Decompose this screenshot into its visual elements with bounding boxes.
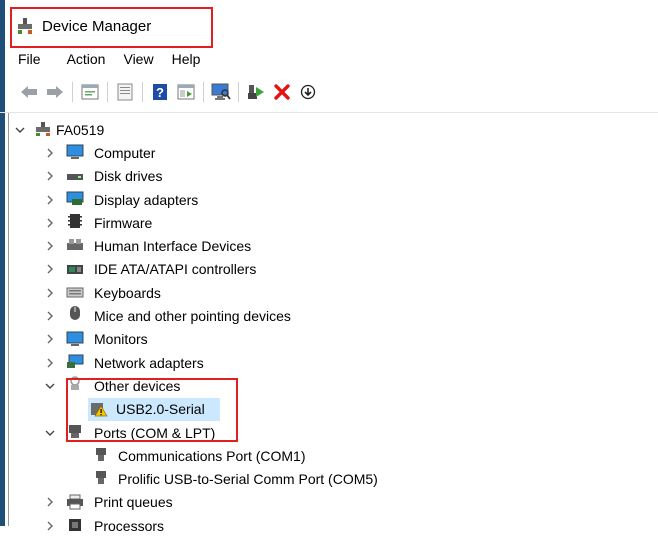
chevron-right-icon[interactable]: [44, 333, 56, 345]
title-bar: Device Manager: [16, 13, 151, 39]
update-driver-icon: [117, 83, 133, 101]
chevron-right-icon[interactable]: [44, 147, 56, 159]
category-label: Print queues: [94, 494, 173, 511]
help-button[interactable]: ?: [149, 81, 171, 103]
menu-bar: File Action View Help: [18, 51, 218, 67]
enable-device-button[interactable]: [245, 81, 267, 103]
chevron-right-icon[interactable]: [44, 194, 56, 206]
toolbar-separator: [142, 82, 143, 102]
network-adapter-icon: [67, 354, 84, 368]
toolbar-separator: [107, 82, 108, 102]
category-label: IDE ATA/ATAPI controllers: [94, 261, 257, 278]
update-driver-button[interactable]: [114, 81, 136, 103]
back-button[interactable]: [18, 81, 40, 103]
back-icon: [21, 86, 37, 98]
keyboard-icon: [66, 287, 84, 298]
chevron-right-icon[interactable]: [44, 263, 56, 275]
chevron-right-icon[interactable]: [44, 310, 56, 322]
highlight-other-devices: [66, 378, 238, 442]
display-adapter-icon: [66, 191, 84, 205]
category-label: Network adapters: [94, 354, 204, 371]
window-left-border: [0, 0, 5, 526]
window-title: Device Manager: [42, 17, 152, 35]
chevron-down-icon[interactable]: [14, 124, 26, 136]
svg-text:?: ?: [156, 85, 164, 100]
chevron-down-icon[interactable]: [44, 427, 56, 439]
device-label: Communications Port (COM1): [118, 447, 306, 464]
toolbar-separator: [238, 82, 239, 102]
disk-drive-icon: [67, 173, 83, 180]
mouse-icon: [70, 306, 80, 321]
uninstall-icon: [274, 84, 290, 100]
computer-icon: [66, 144, 84, 160]
chevron-right-icon[interactable]: [44, 170, 56, 182]
device-label: Prolific USB-to-Serial Comm Port (COM5): [118, 471, 378, 488]
monitor-icon: [66, 331, 84, 346]
toolbar-separator: [203, 82, 204, 102]
menu-help[interactable]: Help: [172, 51, 201, 67]
category-label: Mice and other pointing devices: [94, 308, 291, 325]
ide-controller-icon: [67, 264, 83, 274]
menu-file[interactable]: File: [18, 51, 41, 67]
toolbar-separator: [72, 82, 73, 102]
menu-action[interactable]: Action: [67, 51, 106, 67]
category-label: Display adapters: [94, 191, 199, 208]
forward-button[interactable]: [44, 81, 66, 103]
printer-icon: [67, 494, 83, 510]
toolbar: ?: [18, 80, 323, 104]
category-label: Firmware: [94, 214, 153, 231]
processor-icon: [69, 519, 81, 532]
root-label: FA0519: [56, 121, 105, 138]
tree-left-border: [8, 113, 9, 526]
enable-device-icon: [248, 85, 264, 99]
scan-hardware-button[interactable]: [210, 81, 232, 103]
chevron-right-icon[interactable]: [44, 240, 56, 252]
show-hidden-icon: [177, 84, 195, 100]
category-label: Human Interface Devices: [94, 238, 252, 255]
port-icon: [96, 471, 106, 485]
category-label: Disk drives: [94, 168, 163, 185]
help-icon: ?: [153, 84, 167, 100]
forward-icon: [47, 86, 63, 98]
download-icon: [300, 84, 316, 100]
chevron-right-icon[interactable]: [44, 496, 56, 508]
properties-button[interactable]: [79, 81, 101, 103]
download-driver-button[interactable]: [297, 81, 319, 103]
category-label: Monitors: [94, 331, 148, 348]
show-hidden-button[interactable]: [175, 81, 197, 103]
chevron-right-icon[interactable]: [44, 217, 56, 229]
computer-root-icon: [36, 122, 50, 136]
properties-icon: [81, 84, 99, 100]
scan-icon: [211, 83, 231, 100]
category-label: Computer: [94, 144, 156, 161]
uninstall-button[interactable]: [271, 81, 293, 103]
toolbar-divider: [0, 112, 658, 113]
menu-view[interactable]: View: [123, 51, 153, 67]
category-label: Keyboards: [94, 284, 161, 301]
hid-icon: [67, 239, 83, 251]
port-icon: [96, 448, 106, 462]
device-manager-icon: [18, 18, 32, 34]
chevron-down-icon[interactable]: [44, 380, 56, 392]
chevron-right-icon[interactable]: [44, 357, 56, 369]
chevron-right-icon[interactable]: [44, 287, 56, 299]
firmware-icon: [68, 214, 82, 229]
